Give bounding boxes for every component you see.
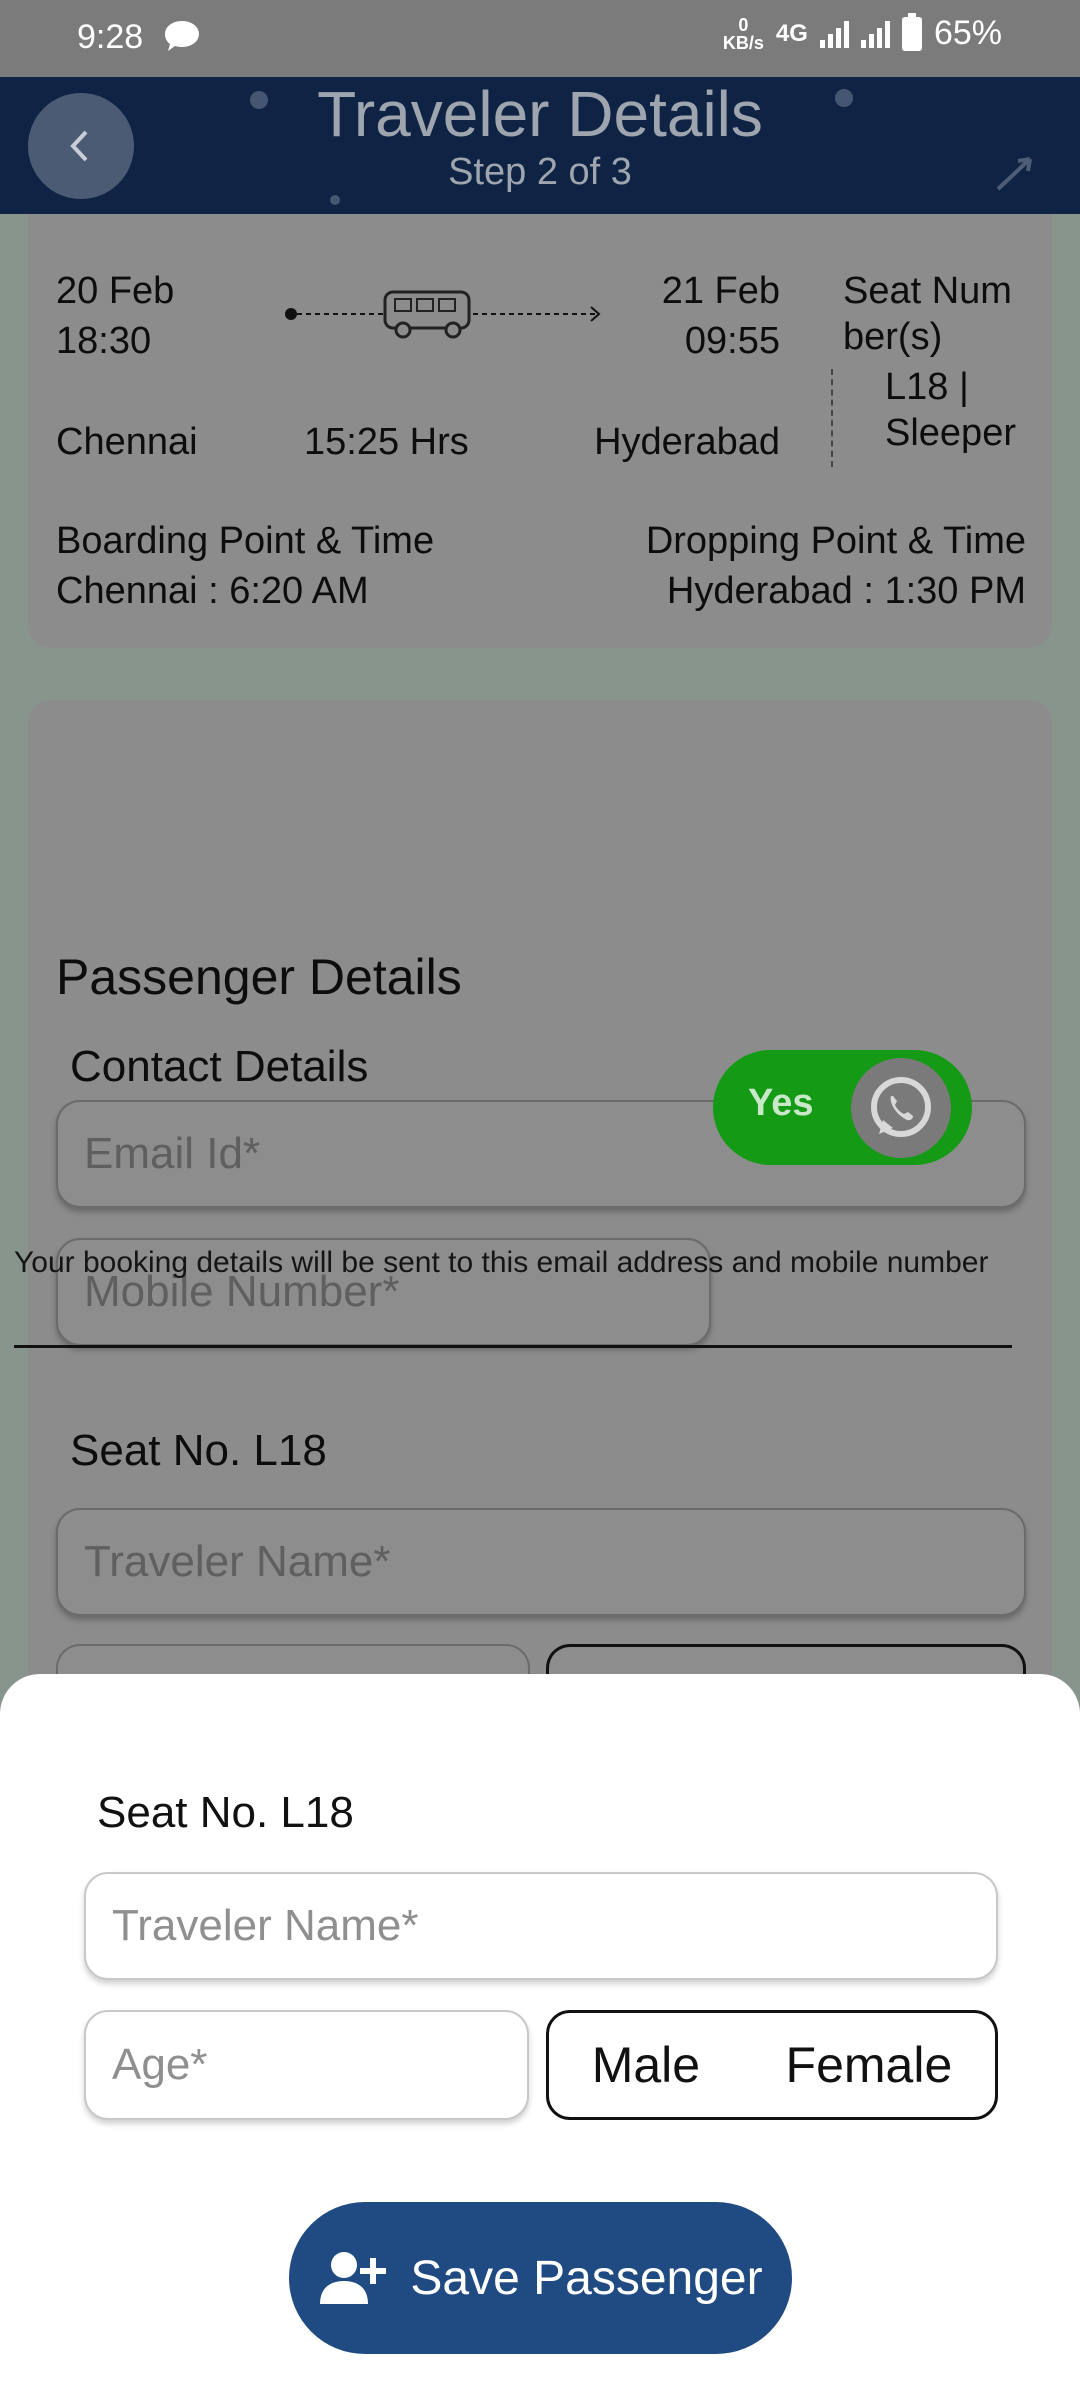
seat-value-2: Sleeper	[885, 412, 1016, 454]
network-speed: 0 KB/s	[722, 14, 764, 53]
seat-label-1: Seat Num	[843, 270, 1012, 312]
traveler-name-field[interactable]: Traveler Name*	[84, 1872, 998, 1980]
arrival-time: 09:55	[684, 320, 780, 362]
arrival-date: 21 Feb	[661, 270, 780, 312]
status-icons: 0 KB/s 4G 65%	[722, 12, 1002, 53]
sheet-seat-title: Seat No. L18	[97, 1788, 354, 1837]
age-field[interactable]: Age*	[84, 2010, 529, 2120]
status-time: 9:28	[77, 18, 144, 56]
passenger-title: Passenger Details	[56, 949, 462, 1005]
departure-date: 20 Feb	[56, 270, 175, 312]
page-title: Traveler Details	[317, 78, 763, 150]
save-passenger-button[interactable]: Save Passenger	[289, 2202, 792, 2354]
app-header: Traveler Details Step 2 of 3	[0, 77, 1080, 214]
gender-male-option[interactable]: Male	[592, 2036, 700, 2094]
boarding-value: Chennai : 6:20 AM	[56, 570, 369, 612]
dropping-value: Hyderabad : 1:30 PM	[666, 570, 1026, 612]
contact-title: Contact Details	[70, 1042, 369, 1091]
destination-city: Hyderabad	[594, 421, 780, 463]
bus-route-icon	[285, 290, 601, 339]
seat-value-1: L18 |	[885, 366, 969, 408]
departure-time: 18:30	[56, 320, 152, 362]
origin-city: Chennai	[56, 421, 198, 463]
booking-note: Your booking details will be sent to thi…	[14, 1246, 989, 1279]
whatsapp-toggle-label: Yes	[748, 1082, 814, 1124]
battery-icon	[901, 12, 922, 51]
signal-icon	[819, 20, 849, 48]
chat-notification-icon	[165, 21, 199, 51]
signal-icon-2	[860, 20, 890, 48]
seat-title-bg: Seat No. L18	[70, 1426, 327, 1475]
page-content: 20 Feb 18:30 21 Feb 09:55 Seat Num ber(s…	[0, 214, 1080, 1800]
save-passenger-label: Save Passenger	[410, 2251, 763, 2305]
seat-label-2: ber(s)	[843, 316, 943, 358]
gender-toggle[interactable]: Male Female	[546, 2010, 998, 2120]
traveler-name-field-bg[interactable]: Traveler Name*	[56, 1508, 1026, 1616]
battery-percent: 65%	[933, 14, 1002, 52]
section-divider	[14, 1345, 1012, 1348]
add-passenger-sheet: Seat No. L18 Traveler Name* Age* Male Fe…	[0, 1674, 1080, 2408]
whatsapp-toggle[interactable]: Yes	[713, 1050, 972, 1165]
whatsapp-icon	[851, 1058, 951, 1158]
dropping-label: Dropping Point & Time	[645, 520, 1026, 562]
journey-duration: 15:25 Hrs	[304, 421, 469, 463]
gender-female-option[interactable]: Female	[786, 2036, 953, 2094]
status-bar: 9:28 0 KB/s 4G 65%	[0, 0, 1080, 77]
seat-divider	[831, 369, 833, 467]
journey-card: 20 Feb 18:30 21 Feb 09:55 Seat Num ber(s…	[28, 214, 1052, 648]
page-step: Step 2 of 3	[448, 151, 632, 193]
add-user-icon	[320, 2252, 387, 2304]
network-type: 4G	[775, 19, 808, 47]
boarding-label: Boarding Point & Time	[56, 520, 435, 562]
